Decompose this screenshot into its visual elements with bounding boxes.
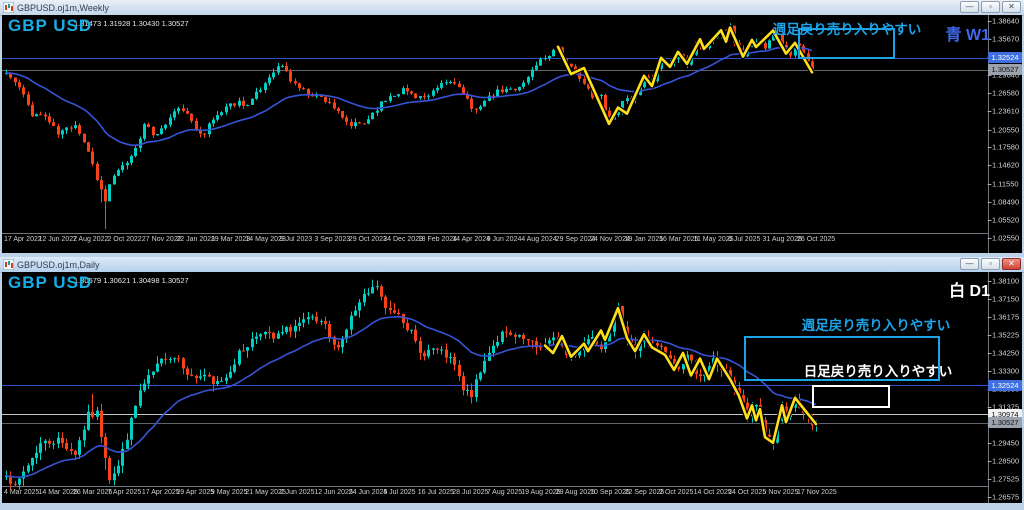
timeframe-note-w1: 青 W1: [946, 21, 990, 45]
date-axis-label: 4 Mar 2025: [4, 489, 39, 496]
minimize-button[interactable]: —: [960, 258, 979, 270]
symbol-label: GBP USD: [8, 273, 92, 293]
minimize-button[interactable]: —: [960, 1, 979, 13]
date-axis-label: 14 Oct 2025: [694, 489, 732, 496]
price-axis-label: 1.02550: [992, 233, 1019, 242]
date-axis-label: 9 Jun 2024: [487, 236, 522, 243]
date-axis-label: 17 Nov 2025: [797, 489, 837, 496]
price-axis-label: 1.36175: [992, 312, 1019, 321]
price-axis-label: 1.34250: [992, 348, 1019, 357]
weekly-title-bar[interactable]: GBPUSD.oj1m,Weekly — ▫ ✕: [0, 0, 1024, 16]
symbol-label: GBP USD: [8, 16, 92, 36]
date-axis-label: 29 Aug 2025: [556, 489, 595, 496]
date-axis-label: 6 Jul 2025: [728, 236, 760, 243]
price-axis-label: 1.35670: [992, 34, 1019, 43]
date-axis-label: 7 Aug 2025: [487, 489, 522, 496]
price-axis-label: 1.26580: [992, 89, 1019, 98]
chart-icon: [3, 2, 14, 13]
date-axis-label: 9 May 2025: [211, 489, 248, 496]
date-axis-label: 19 Jan 2025: [625, 236, 664, 243]
maximize-button[interactable]: ▫: [981, 1, 1000, 13]
price-axis-label: 1.17580: [992, 143, 1019, 152]
maximize-button[interactable]: ▫: [981, 258, 1000, 270]
date-axis-label: 14 Mar 2025: [38, 489, 77, 496]
date-axis-label: 16 Mar 2025: [659, 236, 698, 243]
price-axis-label: 1.27525: [992, 474, 1019, 483]
price-axis-label: 1.28500: [992, 456, 1019, 465]
date-axis-label: 2 Jun 2025: [280, 489, 315, 496]
date-axis-label: 22 Jan 2023: [176, 236, 215, 243]
window-title: GBPUSD.oj1m,Daily: [17, 260, 100, 270]
date-axis-label: 12 Jun 2025: [314, 489, 353, 496]
close-button[interactable]: ✕: [1002, 1, 1021, 13]
date-axis-label: 26 Mar 2025: [73, 489, 112, 496]
date-axis-label: 28 Jul 2025: [452, 489, 488, 496]
date-axis-label: 29 Apr 2025: [176, 489, 214, 496]
date-axis-label: 14 Apr 2024: [452, 236, 490, 243]
date-axis-label: 29 Oct 2023: [349, 236, 387, 243]
date-axis-label: 5 Nov 2025: [763, 489, 799, 496]
date-axis-label: 24 Oct 2025: [728, 489, 766, 496]
date-axis-label: 19 Aug 2025: [521, 489, 560, 496]
date-axis-label: 9 Jul 2023: [280, 236, 312, 243]
date-axis-label: 26 Oct 2025: [797, 236, 835, 243]
daily-chart-window: GBPUSD.oj1m,Daily — ▫ ✕ GBP USD 1.30579 …: [0, 257, 1024, 505]
price-tag: 1.32524: [988, 52, 1022, 63]
price-tag: 1.30527: [988, 64, 1022, 75]
price-axis-label: 1.38640: [992, 17, 1019, 26]
date-axis-label: 18 Feb 2024: [418, 236, 457, 243]
price-axis-label: 1.23610: [992, 107, 1019, 116]
date-axis-label: 19 Mar 2023: [211, 236, 250, 243]
price-axis-label: 1.29450: [992, 438, 1019, 447]
window-controls: — ▫ ✕: [960, 1, 1021, 13]
price-axis-label: 1.05520: [992, 215, 1019, 224]
price-axis-label: 1.33300: [992, 366, 1019, 375]
date-axis-label: 7 Aug 2022: [73, 236, 108, 243]
price-axis-label: 1.37150: [992, 294, 1019, 303]
price-tag: 1.32524: [988, 380, 1022, 391]
date-axis-label: 24 Jun 2025: [349, 489, 388, 496]
date-axis-label: 17 Apr 2022: [4, 236, 42, 243]
price-axis-label: 1.38100: [992, 277, 1019, 286]
window-controls: — ▫ ✕: [960, 258, 1021, 270]
date-axis-label: 12 Jun 2022: [38, 236, 77, 243]
weekly-chart-window: GBPUSD.oj1m,Weekly — ▫ ✕ GBP USD 1.31473…: [0, 0, 1024, 255]
annotation-text-weekly-sell[interactable]: 週足戻り売り入りやすい: [802, 314, 951, 334]
close-button[interactable]: ✕: [1002, 258, 1021, 270]
weekly-chart-area: GBP USD 1.31473 1.31928 1.30430 1.30527 …: [2, 15, 1022, 253]
daily-title-bar[interactable]: GBPUSD.oj1m,Daily — ▫ ✕: [0, 257, 1024, 273]
price-axis-label: 1.35225: [992, 330, 1019, 339]
daily-chart-area: GBP USD 1.30579 1.30621 1.30498 1.30527 …: [2, 272, 1022, 503]
date-axis-label: 4 Aug 2024: [521, 236, 556, 243]
date-axis-label: 16 Jul 2025: [418, 489, 454, 496]
price-axis-label: 1.08490: [992, 197, 1019, 206]
date-axis-label: 31 Aug 2025: [763, 236, 802, 243]
date-axis-label: 3 Sep 2023: [314, 236, 350, 243]
timeframe-note-d1: 白 D1: [949, 277, 990, 301]
date-axis-label: 4 Jul 2025: [383, 489, 415, 496]
window-title: GBPUSD.oj1m,Weekly: [17, 3, 109, 13]
price-tag: 1.30527: [988, 417, 1022, 428]
annotation-box-daily-sell[interactable]: [812, 385, 890, 408]
price-axis-label: 1.20550: [992, 125, 1019, 134]
date-axis-label: 7 Apr 2025: [107, 489, 141, 496]
annotation-box-weekly-sell[interactable]: [798, 28, 895, 59]
price-axis-label: 1.11550: [992, 179, 1019, 188]
price-axis-label: 1.14620: [992, 161, 1019, 170]
date-axis-label: 2 Oct 2025: [659, 489, 693, 496]
date-axis-label: 2 Oct 2022: [107, 236, 141, 243]
date-axis-label: 17 Apr 2025: [142, 489, 180, 496]
annotation-text-daily-sell[interactable]: 日足戻り売り入りやすい: [804, 360, 953, 380]
price-axis-label: 1.26575: [992, 492, 1019, 501]
chart-icon: [3, 259, 14, 270]
